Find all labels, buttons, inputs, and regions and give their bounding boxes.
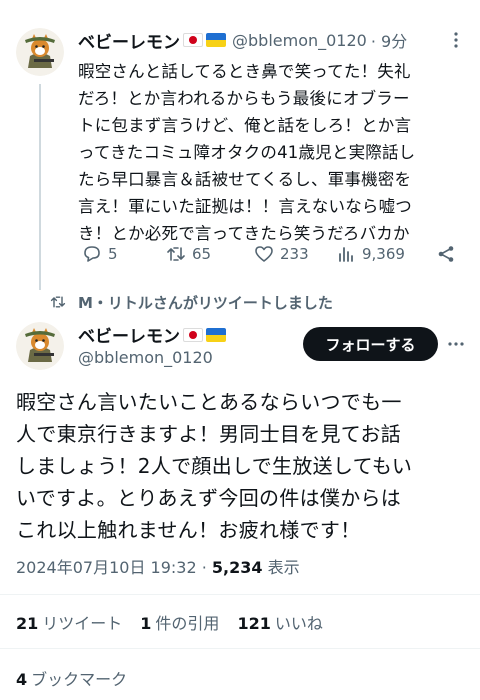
ukraine-flag-icon <box>206 33 226 47</box>
engagement-stats: 21 リツイート 1 件の引用 121 いいね <box>16 610 341 634</box>
retweet-notice[interactable]: M・リトルさんがリツイートしました <box>50 292 333 312</box>
like-button[interactable]: 233 <box>254 244 336 264</box>
share-button[interactable] <box>436 244 462 264</box>
views-icon <box>339 247 353 262</box>
tweet-text-line: 暇空さんと話してるとき鼻で笑ってた！失礼 <box>78 62 411 81</box>
avatar[interactable] <box>16 322 64 370</box>
username[interactable]: @bblemon_0120 <box>78 348 213 367</box>
thread-line <box>39 84 41 290</box>
tweet-text-line: しましょう！2人で顔出しで生放送してもい <box>16 454 413 478</box>
tweet-header: ベビーレモン @bblemon_0120 · 9分 <box>78 28 466 53</box>
retweet-button[interactable]: 65 <box>166 244 254 264</box>
tweet-text-line: だろ！とか言われるからもう最後にオブラー <box>78 89 410 108</box>
retweet-count: 65 <box>192 245 212 263</box>
divider <box>0 648 480 649</box>
tweet-text-line: ってきたコミュ障オタクの41歳児と実際話し <box>78 143 416 162</box>
display-name-row: ベビーレモン <box>78 322 226 347</box>
tweet-text-line: たら早口暴言＆話被せてくるし、軍事機密を <box>78 170 412 189</box>
tweet-actions: 5 65 233 9,369 <box>82 242 462 266</box>
quote-stat[interactable]: 1 件の引用 <box>140 610 219 634</box>
tweet-datetime[interactable]: 2024年07月10日 19:32 · <box>16 558 212 577</box>
tweet-text-line: 暇空さん言いたいことあるならいつでも一 <box>16 390 402 414</box>
share-icon <box>438 246 454 262</box>
like-stat[interactable]: 121 いいね <box>237 610 322 634</box>
more-icon[interactable] <box>446 334 466 354</box>
tweet-text-line: 人で東京行きますよ！男同士目を見てお話 <box>16 422 402 446</box>
reply-button[interactable]: 5 <box>82 244 166 264</box>
japan-flag-icon <box>183 33 203 47</box>
reply-icon <box>84 246 100 262</box>
avatar[interactable] <box>16 28 64 76</box>
bookmark-count: 4 <box>16 670 28 689</box>
username[interactable]: @bblemon_0120 <box>232 31 367 50</box>
quote-stat-count: 1 <box>140 614 152 633</box>
like-stat-count: 121 <box>237 614 271 633</box>
tweet-meta: 2024年07月10日 19:32 · 5,234 表示 <box>16 554 300 578</box>
follow-button[interactable]: フォローする <box>303 327 438 361</box>
like-count: 233 <box>280 245 309 263</box>
display-name[interactable]: ベビーレモン <box>78 28 180 53</box>
views-button[interactable]: 9,369 <box>336 244 436 264</box>
retweet-notice-text: M・リトルさんがリツイートしました <box>78 293 333 312</box>
like-icon <box>255 246 273 262</box>
tweet-text-line: 言え！軍にいた証拠は！！言えないなら嘘つ <box>78 197 412 216</box>
timestamp[interactable]: · 9分 <box>371 28 407 52</box>
divider <box>0 594 480 595</box>
bookmark-stat[interactable]: 4 ブックマーク <box>16 666 127 690</box>
display-name[interactable]: ベビーレモン <box>78 322 180 347</box>
views-count: 9,369 <box>362 245 405 263</box>
retweet-stat-label: リツイート <box>42 614 123 633</box>
retweet-icon <box>50 296 66 308</box>
more-icon[interactable] <box>446 30 466 50</box>
retweet-stat[interactable]: 21 リツイート <box>16 610 122 634</box>
tweet-text-line: トに包まず言うけど、俺と話をしろ！とか言 <box>78 116 412 135</box>
view-count: 5,234 <box>211 558 263 577</box>
retweet-icon <box>167 247 185 261</box>
tweet-text-line: これ以上触れません！お疲れ様です！ <box>16 518 361 542</box>
retweet-stat-count: 21 <box>16 614 39 633</box>
reply-count: 5 <box>108 245 118 263</box>
quote-stat-label: 件の引用 <box>155 614 220 633</box>
ukraine-flag-icon <box>206 327 226 342</box>
tweet-text-line: いですよ。とりあえず今回の件は僕からは <box>16 486 402 510</box>
bookmark-label: ブックマーク <box>31 670 128 689</box>
tweet-text: 暇空さんと話してるとき鼻で笑ってた！失礼 だろ！とか言われるからもう最後にオブラ… <box>78 58 470 247</box>
japan-flag-icon <box>183 327 203 342</box>
like-stat-label: いいね <box>274 614 323 633</box>
view-label: 表示 <box>262 558 300 577</box>
tweet-text: 暇空さん言いたいことあるならいつでも一 人で東京行きますよ！男同士目を見てお話 … <box>16 386 472 546</box>
